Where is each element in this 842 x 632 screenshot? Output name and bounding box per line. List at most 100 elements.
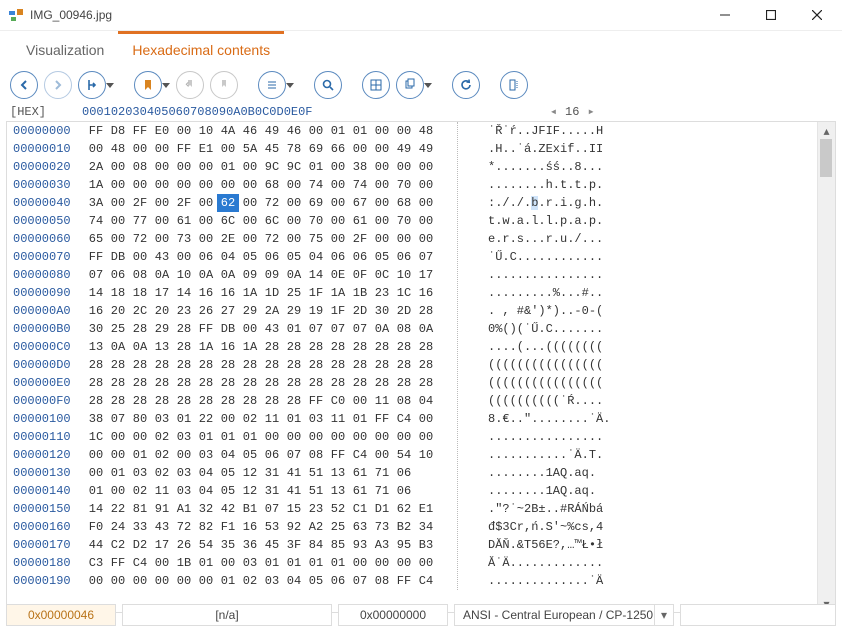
goto-dropdown-caret[interactable] [106, 83, 114, 88]
hex-byte[interactable]: 62 [217, 194, 239, 212]
hex-byte[interactable]: 00 [371, 194, 393, 212]
hex-byte[interactable]: 28 [327, 338, 349, 356]
hex-row[interactable]: 16202C20232627292A29191F2D302D28 [85, 302, 437, 320]
offset-cell[interactable]: 00000090 [13, 284, 79, 302]
hex-byte[interactable]: C3 [85, 554, 107, 572]
hex-byte[interactable]: 28 [129, 392, 151, 410]
hex-byte[interactable]: 1C [393, 284, 415, 302]
hex-byte[interactable]: 1D [261, 284, 283, 302]
hex-byte[interactable]: 31 [261, 464, 283, 482]
hex-byte[interactable]: C4 [349, 446, 371, 464]
hex-byte[interactable]: 28 [239, 356, 261, 374]
hex-byte[interactable]: 05 [217, 464, 239, 482]
hex-byte[interactable]: 80 [129, 410, 151, 428]
hex-byte[interactable]: 00 [283, 230, 305, 248]
hex-byte[interactable]: 22 [107, 500, 129, 518]
hex-byte[interactable]: C4 [129, 554, 151, 572]
hex-byte[interactable]: 74 [349, 176, 371, 194]
hex-byte[interactable]: 01 [195, 428, 217, 446]
hex-byte[interactable]: 02 [151, 428, 173, 446]
hex-byte[interactable]: 01 [107, 464, 129, 482]
hex-byte[interactable]: 01 [195, 554, 217, 572]
hex-row[interactable]: 44C2D21726543536453F848593A395B3 [85, 536, 437, 554]
hex-byte[interactable]: 06 [261, 248, 283, 266]
hex-byte[interactable]: 2A [85, 158, 107, 176]
hex-byte[interactable]: 70 [393, 176, 415, 194]
hex-row[interactable]: F02433437282F1165392A2256373B234 [85, 518, 437, 536]
hex-byte[interactable]: 52 [327, 500, 349, 518]
hex-byte[interactable]: 9C [261, 158, 283, 176]
hex-byte[interactable]: 28 [151, 374, 173, 392]
ascii-row[interactable]: (((((((((((((((( [488, 374, 610, 392]
hex-byte[interactable]: 00 [239, 320, 261, 338]
hex-byte[interactable]: 28 [129, 374, 151, 392]
back-button[interactable] [10, 71, 38, 99]
ascii-row[interactable]: ˙Ű.C............ [488, 248, 610, 266]
hex-byte[interactable]: 28 [173, 338, 195, 356]
hex-byte[interactable]: 01 [129, 446, 151, 464]
hex-byte[interactable]: 0E [327, 266, 349, 284]
hex-byte[interactable]: 00 [129, 140, 151, 158]
hex-byte[interactable]: 48 [415, 122, 437, 140]
hex-byte[interactable]: 00 [371, 140, 393, 158]
hex-byte[interactable]: 07 [283, 446, 305, 464]
hex-byte[interactable]: 08 [305, 446, 327, 464]
hex-byte[interactable]: 13 [327, 482, 349, 500]
hex-byte[interactable]: FF [107, 554, 129, 572]
hex-byte[interactable]: 02 [239, 572, 261, 590]
hex-row[interactable]: FFDB0043000604050605040606050607 [85, 248, 437, 266]
hex-byte[interactable]: 06 [393, 482, 415, 500]
offset-cell[interactable]: 00000110 [13, 428, 79, 446]
hex-byte[interactable]: 28 [239, 392, 261, 410]
hex-byte[interactable]: 00 [393, 122, 415, 140]
hex-byte[interactable]: 00 [217, 410, 239, 428]
hex-byte[interactable]: 01 [283, 320, 305, 338]
hex-byte[interactable]: 28 [195, 374, 217, 392]
hex-byte[interactable]: 00 [195, 572, 217, 590]
hex-byte[interactable]: 07 [305, 320, 327, 338]
hex-byte[interactable]: 00 [107, 482, 129, 500]
hex-byte[interactable]: 00 [283, 194, 305, 212]
ascii-row[interactable]: ....(...(((((((( [488, 338, 610, 356]
hex-byte[interactable]: 20 [151, 302, 173, 320]
hex-byte[interactable]: 00 [129, 572, 151, 590]
ascii-row[interactable]: ................ [488, 428, 610, 446]
hex-byte[interactable]: B2 [393, 518, 415, 536]
hex-byte[interactable]: 28 [173, 356, 195, 374]
hex-byte[interactable]: 05 [239, 446, 261, 464]
hex-byte[interactable]: 00 [173, 122, 195, 140]
hex-byte[interactable]: 00 [239, 176, 261, 194]
hex-byte[interactable]: 6C [261, 212, 283, 230]
hex-byte[interactable]: 67 [349, 194, 371, 212]
hex-byte[interactable]: 00 [85, 572, 107, 590]
hex-byte[interactable]: D2 [129, 536, 151, 554]
hex-byte[interactable]: FF [85, 122, 107, 140]
hex-byte[interactable]: 06 [327, 248, 349, 266]
hex-byte[interactable]: 00 [305, 122, 327, 140]
hex-byte[interactable]: 25 [327, 518, 349, 536]
hex-byte[interactable]: 51 [305, 482, 327, 500]
hex-byte[interactable]: 16 [85, 302, 107, 320]
hex-byte[interactable]: 00 [393, 158, 415, 176]
tab-hexadecimal[interactable]: Hexadecimal contents [118, 31, 284, 64]
hex-byte[interactable]: E1 [195, 140, 217, 158]
find-button[interactable] [314, 71, 342, 99]
hex-byte[interactable]: B1 [239, 500, 261, 518]
hex-byte[interactable]: 2A [261, 302, 283, 320]
hex-content[interactable]: 0000000000000010000000200000003000000040… [7, 122, 817, 612]
hex-byte[interactable]: 65 [85, 230, 107, 248]
hex-row[interactable]: 00480000FFE1005A4578696600004949 [85, 140, 437, 158]
hex-byte[interactable]: 12 [239, 464, 261, 482]
hex-byte[interactable]: 28 [107, 356, 129, 374]
hex-byte[interactable]: 1B [349, 284, 371, 302]
hex-byte[interactable]: 28 [107, 374, 129, 392]
hex-byte[interactable]: 75 [305, 230, 327, 248]
offset-cell[interactable]: 00000130 [13, 464, 79, 482]
hex-byte[interactable]: 01 [173, 410, 195, 428]
hex-byte[interactable]: 00 [371, 428, 393, 446]
hex-byte[interactable]: 00 [283, 212, 305, 230]
hex-byte[interactable]: 0A [283, 266, 305, 284]
hex-byte[interactable]: 17 [415, 266, 437, 284]
hex-byte[interactable]: 00 [239, 212, 261, 230]
offset-cell[interactable]: 000000D0 [13, 356, 79, 374]
